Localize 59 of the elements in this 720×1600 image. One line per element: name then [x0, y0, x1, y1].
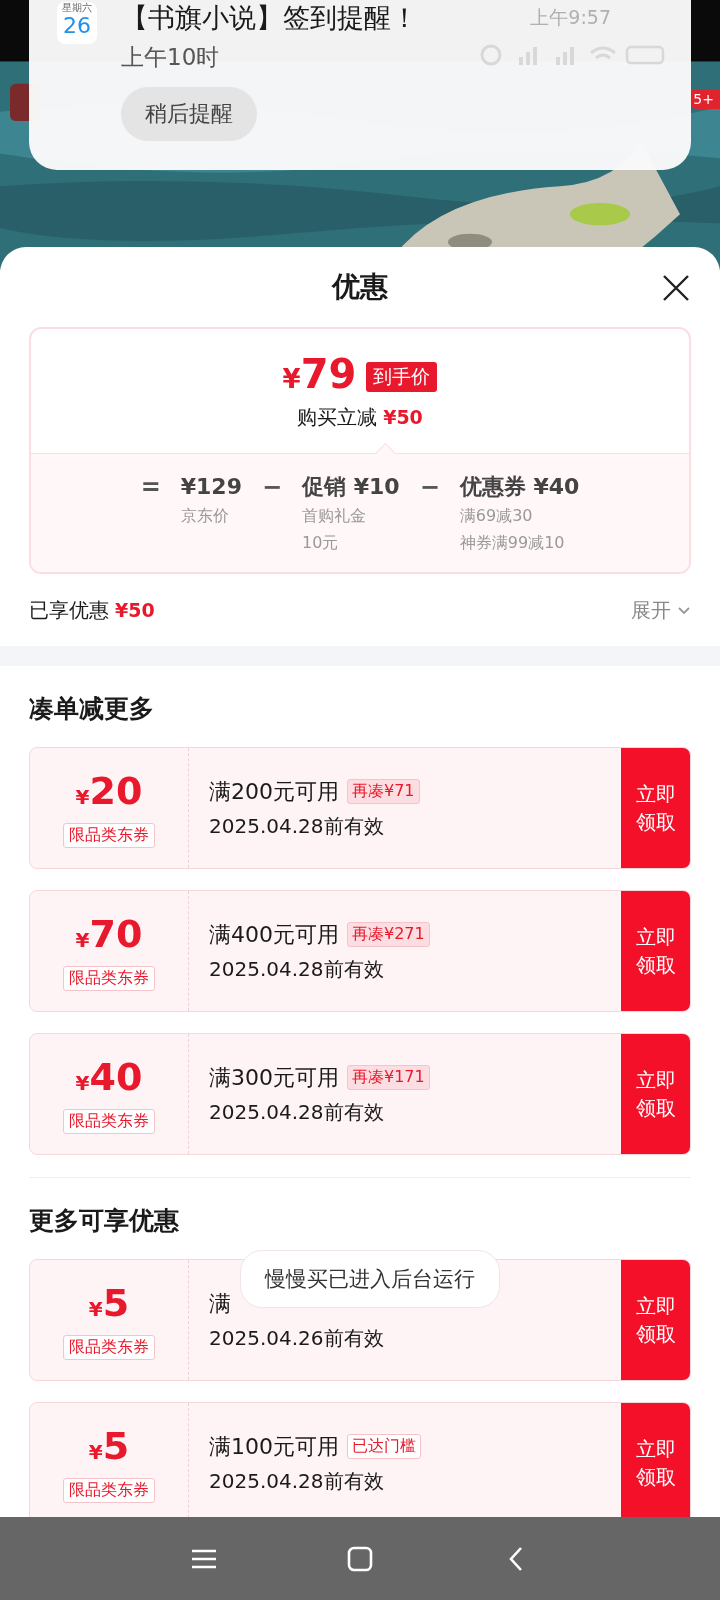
coupon-status-tag: 再凑¥271: [347, 922, 430, 947]
term-note: 首购礼金: [302, 505, 368, 527]
calendar-icon: 星期六 26: [57, 2, 97, 44]
coupon-scope-tag: 限品类东券: [63, 1108, 155, 1134]
term-note: 满69减30: [459, 505, 534, 527]
coupon-amount: ¥5: [88, 1280, 130, 1327]
coupon-condition: 满: [209, 1289, 231, 1318]
term-note: 京东价: [180, 505, 230, 527]
notification-title: 【书旗小说】签到提醒！: [121, 1, 418, 35]
coupon-amount: ¥20: [75, 768, 143, 815]
expand-toggle[interactable]: 展开: [631, 596, 691, 624]
coupon-validity: 2025.04.28前有效: [209, 812, 385, 840]
operator-sign: −: [261, 472, 283, 502]
toast-message: 慢慢买已进入后台运行: [240, 1250, 500, 1308]
coupon-condition: 满100元可用: [209, 1432, 339, 1461]
reduction-label: 购买立减: [297, 405, 378, 429]
coupon-scope-tag: 限品类东券: [63, 1334, 155, 1360]
claim-button[interactable]: 立即领取: [621, 748, 690, 868]
home-icon[interactable]: [347, 1545, 373, 1572]
claim-button[interactable]: 立即领取: [621, 891, 690, 1011]
coupon-amount: ¥70: [75, 911, 143, 958]
coupon-scope-tag: 限品类东券: [63, 822, 155, 848]
price-tag: 到手价: [366, 361, 438, 392]
claim-button[interactable]: 立即领取: [621, 1403, 690, 1517]
notification-text: 上午10时: [121, 43, 220, 72]
section-title: 凑单减更多: [29, 693, 155, 725]
coupon-status-tag: 再凑¥171: [347, 1065, 430, 1090]
sheet-title: 优惠: [332, 269, 388, 305]
claim-button[interactable]: 立即领取: [621, 1034, 690, 1154]
price-term: 促销 ¥10: [302, 473, 400, 501]
term-note: 10元: [302, 532, 340, 554]
price-term: ¥129: [180, 473, 242, 501]
notification-time: 上午9:57: [530, 5, 611, 30]
coupon-validity: 2025.04.28前有效: [209, 1098, 385, 1126]
reduction-amount: ¥50: [383, 406, 423, 428]
operator-sign: =: [140, 472, 161, 502]
chevron-icon: [677, 605, 691, 615]
term-note: 神券满99减10: [459, 532, 566, 554]
coupon-validity: 2025.04.28前有效: [209, 1467, 385, 1495]
enjoyed-amount: ¥50: [115, 598, 155, 621]
coupon-scope-tag: 限品类东券: [63, 965, 155, 991]
coupon-validity: 2025.04.28前有效: [209, 955, 385, 983]
enjoyed-label: 已享优惠: [29, 597, 109, 622]
coupon-condition: 满200元可用: [209, 777, 339, 806]
coupon-amount: ¥40: [75, 1054, 143, 1101]
coupon-amount: ¥5: [88, 1423, 130, 1470]
coupon-status-tag: 再凑¥71: [347, 779, 420, 804]
coupon-validity: 2025.04.26前有效: [209, 1324, 385, 1352]
close-icon[interactable]: [662, 274, 690, 302]
coupon-status-tag: 已达门槛: [347, 1434, 421, 1459]
remind-later-button[interactable]: 稍后提醒: [121, 87, 257, 141]
final-price: ¥79: [282, 351, 357, 399]
price-term: 优惠券 ¥40: [459, 473, 580, 501]
operator-sign: −: [419, 472, 440, 502]
claim-button[interactable]: 立即领取: [621, 1260, 690, 1380]
section-title: 更多可享优惠: [29, 1205, 180, 1237]
coupon-condition: 满300元可用: [209, 1063, 339, 1092]
coupon-scope-tag: 限品类东券: [63, 1477, 155, 1503]
coupon-condition: 满400元可用: [209, 920, 339, 949]
